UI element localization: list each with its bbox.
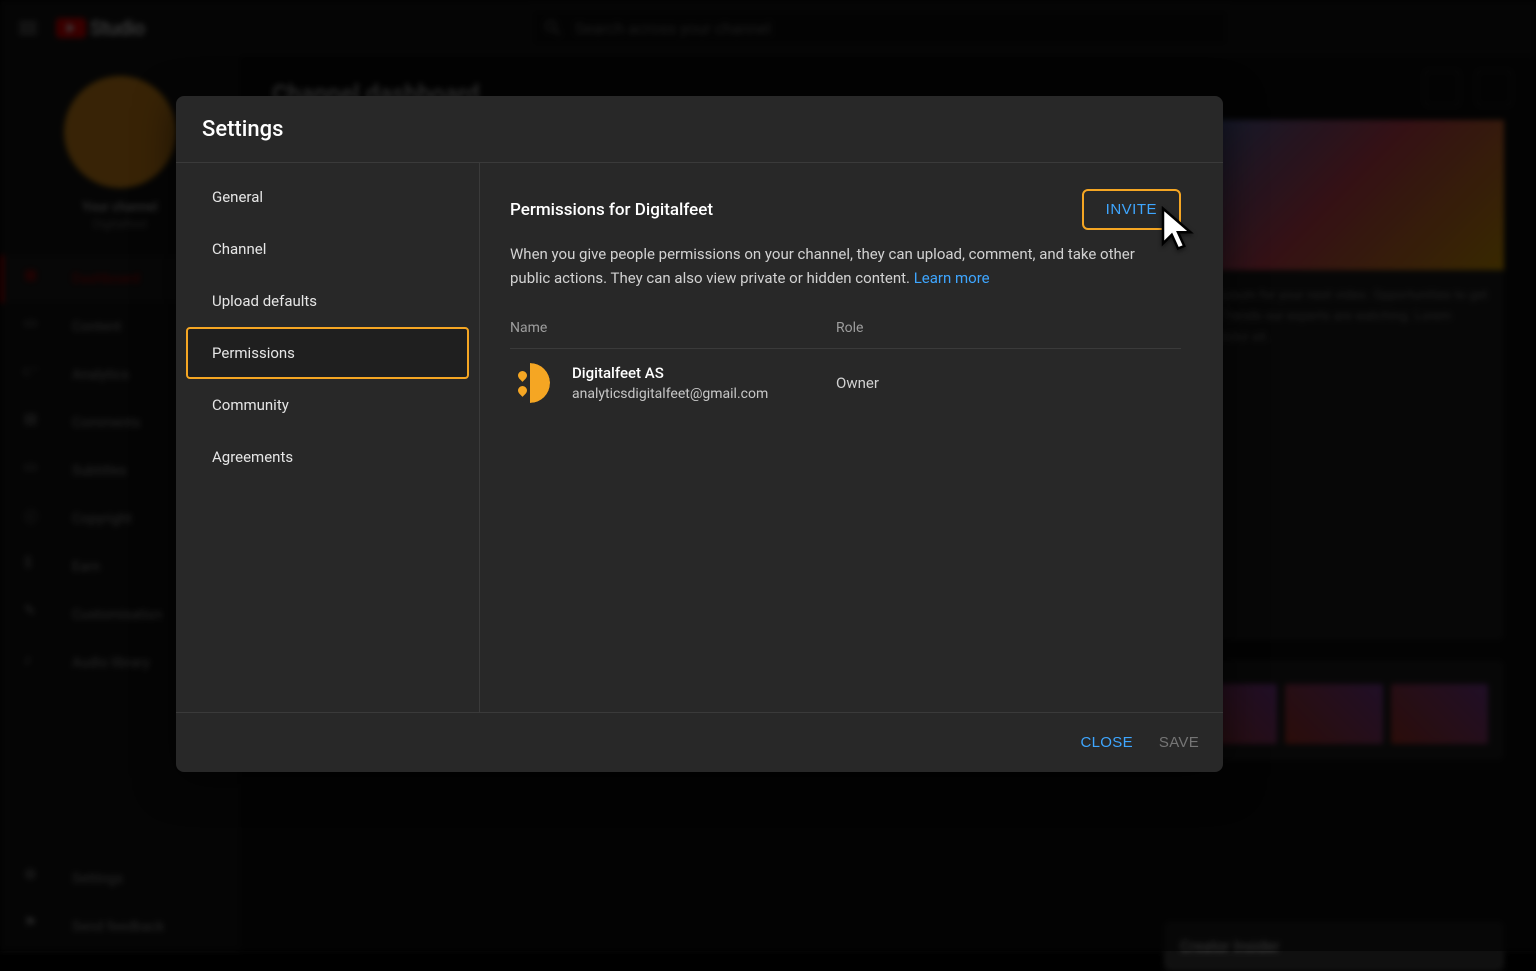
learn-more-link[interactable]: Learn more [914, 269, 990, 287]
settings-nav: General Channel Upload defaults Permissi… [176, 163, 480, 712]
settings-nav-channel[interactable]: Channel [186, 223, 469, 275]
settings-content: Permissions for Digitalfeet INVITE When … [480, 163, 1223, 712]
settings-nav-agreements[interactable]: Agreements [186, 431, 469, 483]
close-button[interactable]: CLOSE [1081, 734, 1133, 751]
user-name: Digitalfeet AS [572, 364, 836, 382]
column-role: Role [836, 320, 1181, 336]
column-name: Name [510, 320, 836, 336]
dialog-title: Settings [202, 117, 283, 142]
invite-button[interactable]: INVITE [1082, 189, 1181, 230]
permissions-row: Digitalfeet AS analyticsdigitalfeet@gmai… [510, 349, 1181, 417]
save-button: SAVE [1159, 734, 1199, 751]
settings-nav-upload-defaults[interactable]: Upload defaults [186, 275, 469, 327]
settings-nav-general[interactable]: General [186, 171, 469, 223]
user-avatar [510, 363, 550, 403]
user-email: analyticsdigitalfeet@gmail.com [572, 386, 836, 402]
permissions-description: When you give people permissions on your… [510, 242, 1150, 290]
permissions-table-header: Name Role [510, 320, 1181, 349]
dialog-footer: CLOSE SAVE [176, 712, 1223, 772]
user-role: Owner [836, 374, 879, 392]
settings-dialog: Settings General Channel Upload defaults… [176, 96, 1223, 772]
dialog-header: Settings [176, 96, 1223, 163]
settings-nav-permissions[interactable]: Permissions [186, 327, 469, 379]
permissions-title: Permissions for Digitalfeet [510, 200, 713, 220]
settings-nav-community[interactable]: Community [186, 379, 469, 431]
